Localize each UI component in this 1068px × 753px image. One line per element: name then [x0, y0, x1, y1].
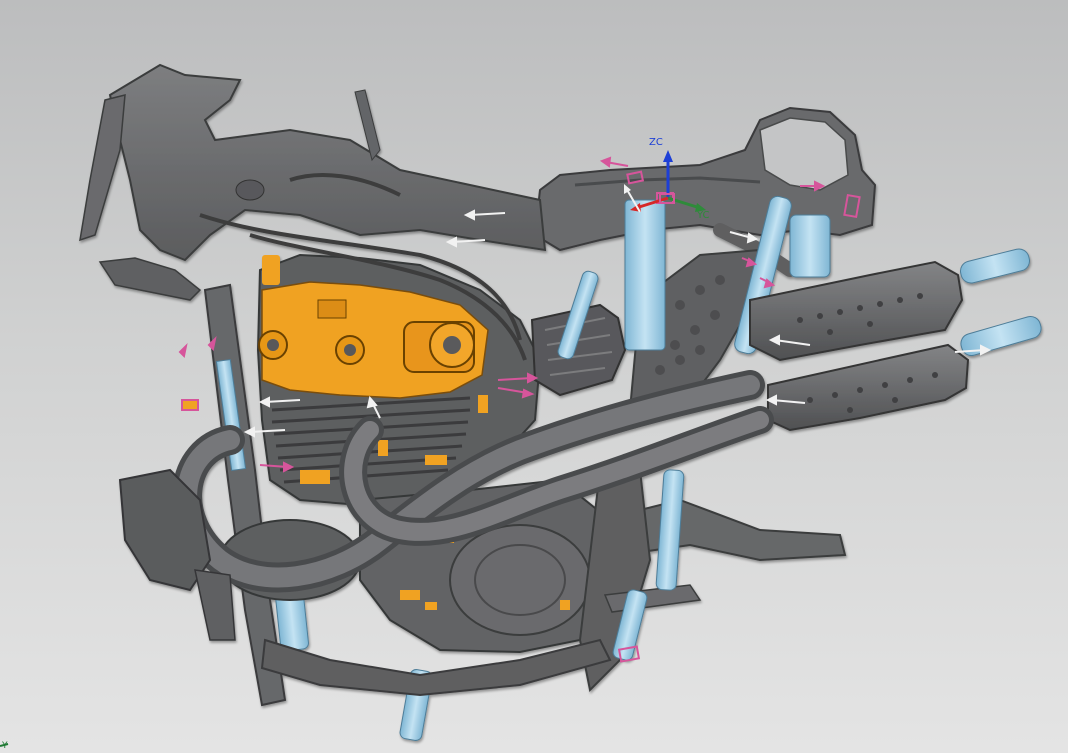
motorcycle-scan-model[interactable]: [0, 0, 1068, 753]
triad-y-axis-label: Y: [2, 741, 8, 751]
yc-axis-label: YC: [697, 210, 710, 221]
mufflers[interactable]: [749, 260, 970, 432]
graphics-viewport[interactable]: ZC YC Y: [0, 0, 1068, 753]
zc-arrow-icon[interactable]: [663, 150, 673, 162]
zc-axis-label: ZC: [649, 137, 663, 148]
